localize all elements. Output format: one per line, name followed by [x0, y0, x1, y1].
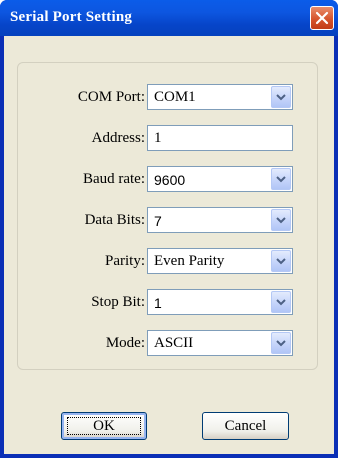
baud-rate-label: Baud rate:	[82, 171, 145, 187]
parity-dropdown-button[interactable]	[271, 250, 291, 272]
chevron-down-icon	[276, 94, 286, 101]
mode-row: Mode: ASCII	[18, 330, 319, 358]
dialog-window: Serial Port Setting COM Port: COM1 Addre…	[0, 0, 338, 458]
close-button[interactable]	[310, 6, 334, 30]
window-title: Serial Port Setting	[10, 9, 133, 25]
dialog-body: COM Port: COM1 Address: 1 Baud rate: 960…	[4, 36, 334, 454]
address-label: Address:	[91, 130, 145, 146]
address-row: Address: 1	[18, 125, 319, 153]
com-port-dropdown-button[interactable]	[271, 86, 291, 108]
data-bits-label: Data Bits:	[84, 212, 145, 228]
baud-rate-select[interactable]: 9600	[147, 166, 293, 192]
close-icon	[315, 11, 329, 25]
cancel-button[interactable]: Cancel	[202, 412, 289, 440]
parity-row: Parity: Even Parity	[18, 248, 319, 276]
parity-label: Parity:	[105, 253, 145, 269]
stop-bit-dropdown-button[interactable]	[271, 291, 291, 313]
baud-rate-value: 9600	[154, 172, 186, 188]
stop-bit-value: 1	[154, 295, 162, 311]
baud-rate-dropdown-button[interactable]	[271, 168, 291, 190]
data-bits-value: 7	[154, 213, 162, 229]
data-bits-dropdown-button[interactable]	[271, 209, 291, 231]
title-bar[interactable]: Serial Port Setting	[0, 0, 338, 36]
com-port-label: COM Port:	[77, 89, 145, 105]
mode-dropdown-button[interactable]	[271, 332, 291, 354]
address-value: 1	[154, 130, 162, 146]
chevron-down-icon	[276, 299, 286, 306]
chevron-down-icon	[276, 217, 286, 224]
baud-rate-row: Baud rate: 9600	[18, 166, 319, 194]
com-port-row: COM Port: COM1	[18, 84, 319, 112]
stop-bit-select[interactable]: 1	[147, 289, 293, 315]
address-input[interactable]: 1	[147, 125, 293, 151]
mode-select[interactable]: ASCII	[147, 330, 293, 356]
parity-value: Even Parity	[154, 253, 225, 269]
mode-value: ASCII	[154, 335, 194, 351]
settings-group: COM Port: COM1 Address: 1 Baud rate: 960…	[17, 62, 318, 370]
data-bits-select[interactable]: 7	[147, 207, 293, 233]
chevron-down-icon	[276, 176, 286, 183]
mode-label: Mode:	[105, 335, 145, 351]
data-bits-row: Data Bits: 7	[18, 207, 319, 235]
ok-button[interactable]: OK	[61, 412, 147, 440]
stop-bit-label: Stop Bit:	[91, 294, 145, 310]
chevron-down-icon	[276, 258, 286, 265]
chevron-down-icon	[276, 340, 286, 347]
focus-rectangle	[67, 417, 141, 435]
parity-select[interactable]: Even Parity	[147, 248, 293, 274]
com-port-select[interactable]: COM1	[147, 84, 293, 110]
cancel-button-label: Cancel	[224, 418, 267, 434]
com-port-value: COM1	[154, 89, 196, 105]
stop-bit-row: Stop Bit: 1	[18, 289, 319, 317]
